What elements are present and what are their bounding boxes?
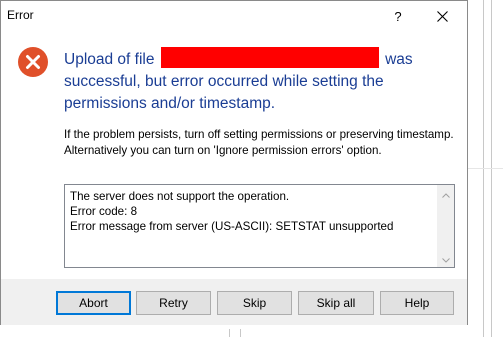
button-bar: Abort Retry Skip Skip all Help <box>1 279 467 325</box>
chevron-up-icon <box>441 193 450 198</box>
chevron-down-icon <box>441 258 450 263</box>
background-divider <box>468 168 503 169</box>
abort-button[interactable]: Abort <box>56 291 131 315</box>
close-button[interactable] <box>429 5 455 29</box>
scroll-up-button[interactable] <box>437 185 454 202</box>
details-line: Error code: 8 <box>70 205 138 218</box>
scroll-down-button[interactable] <box>437 250 454 267</box>
window-title: Error <box>7 8 34 22</box>
close-icon <box>436 11 448 22</box>
background-divider <box>229 329 230 337</box>
error-x-icon <box>18 47 48 77</box>
help-button[interactable]: Help <box>380 291 454 315</box>
details-line: The server does not support the operatio… <box>70 190 290 203</box>
details-scrollbar[interactable] <box>437 185 454 267</box>
details-text: The server does not support the operatio… <box>70 189 430 234</box>
details-line: Error message from server (US-ASCII): SE… <box>70 220 394 233</box>
title-bar[interactable]: Error ? <box>1 1 467 31</box>
headline-text: Upload of file <box>64 51 155 68</box>
help-title-button[interactable]: ? <box>385 6 411 28</box>
error-details-box[interactable]: The server does not support the operatio… <box>64 184 455 268</box>
error-dialog: Error ? Upload of file was successful, b… <box>0 0 468 325</box>
retry-button[interactable]: Retry <box>136 291 211 315</box>
skip-all-button[interactable]: Skip all <box>298 291 374 315</box>
skip-button[interactable]: Skip <box>217 291 292 315</box>
error-description: If the problem persists, turn off settin… <box>64 128 454 157</box>
error-headline: Upload of file was successful, but error… <box>64 47 456 115</box>
background-divider <box>240 329 241 337</box>
redacted-filename <box>160 47 379 68</box>
